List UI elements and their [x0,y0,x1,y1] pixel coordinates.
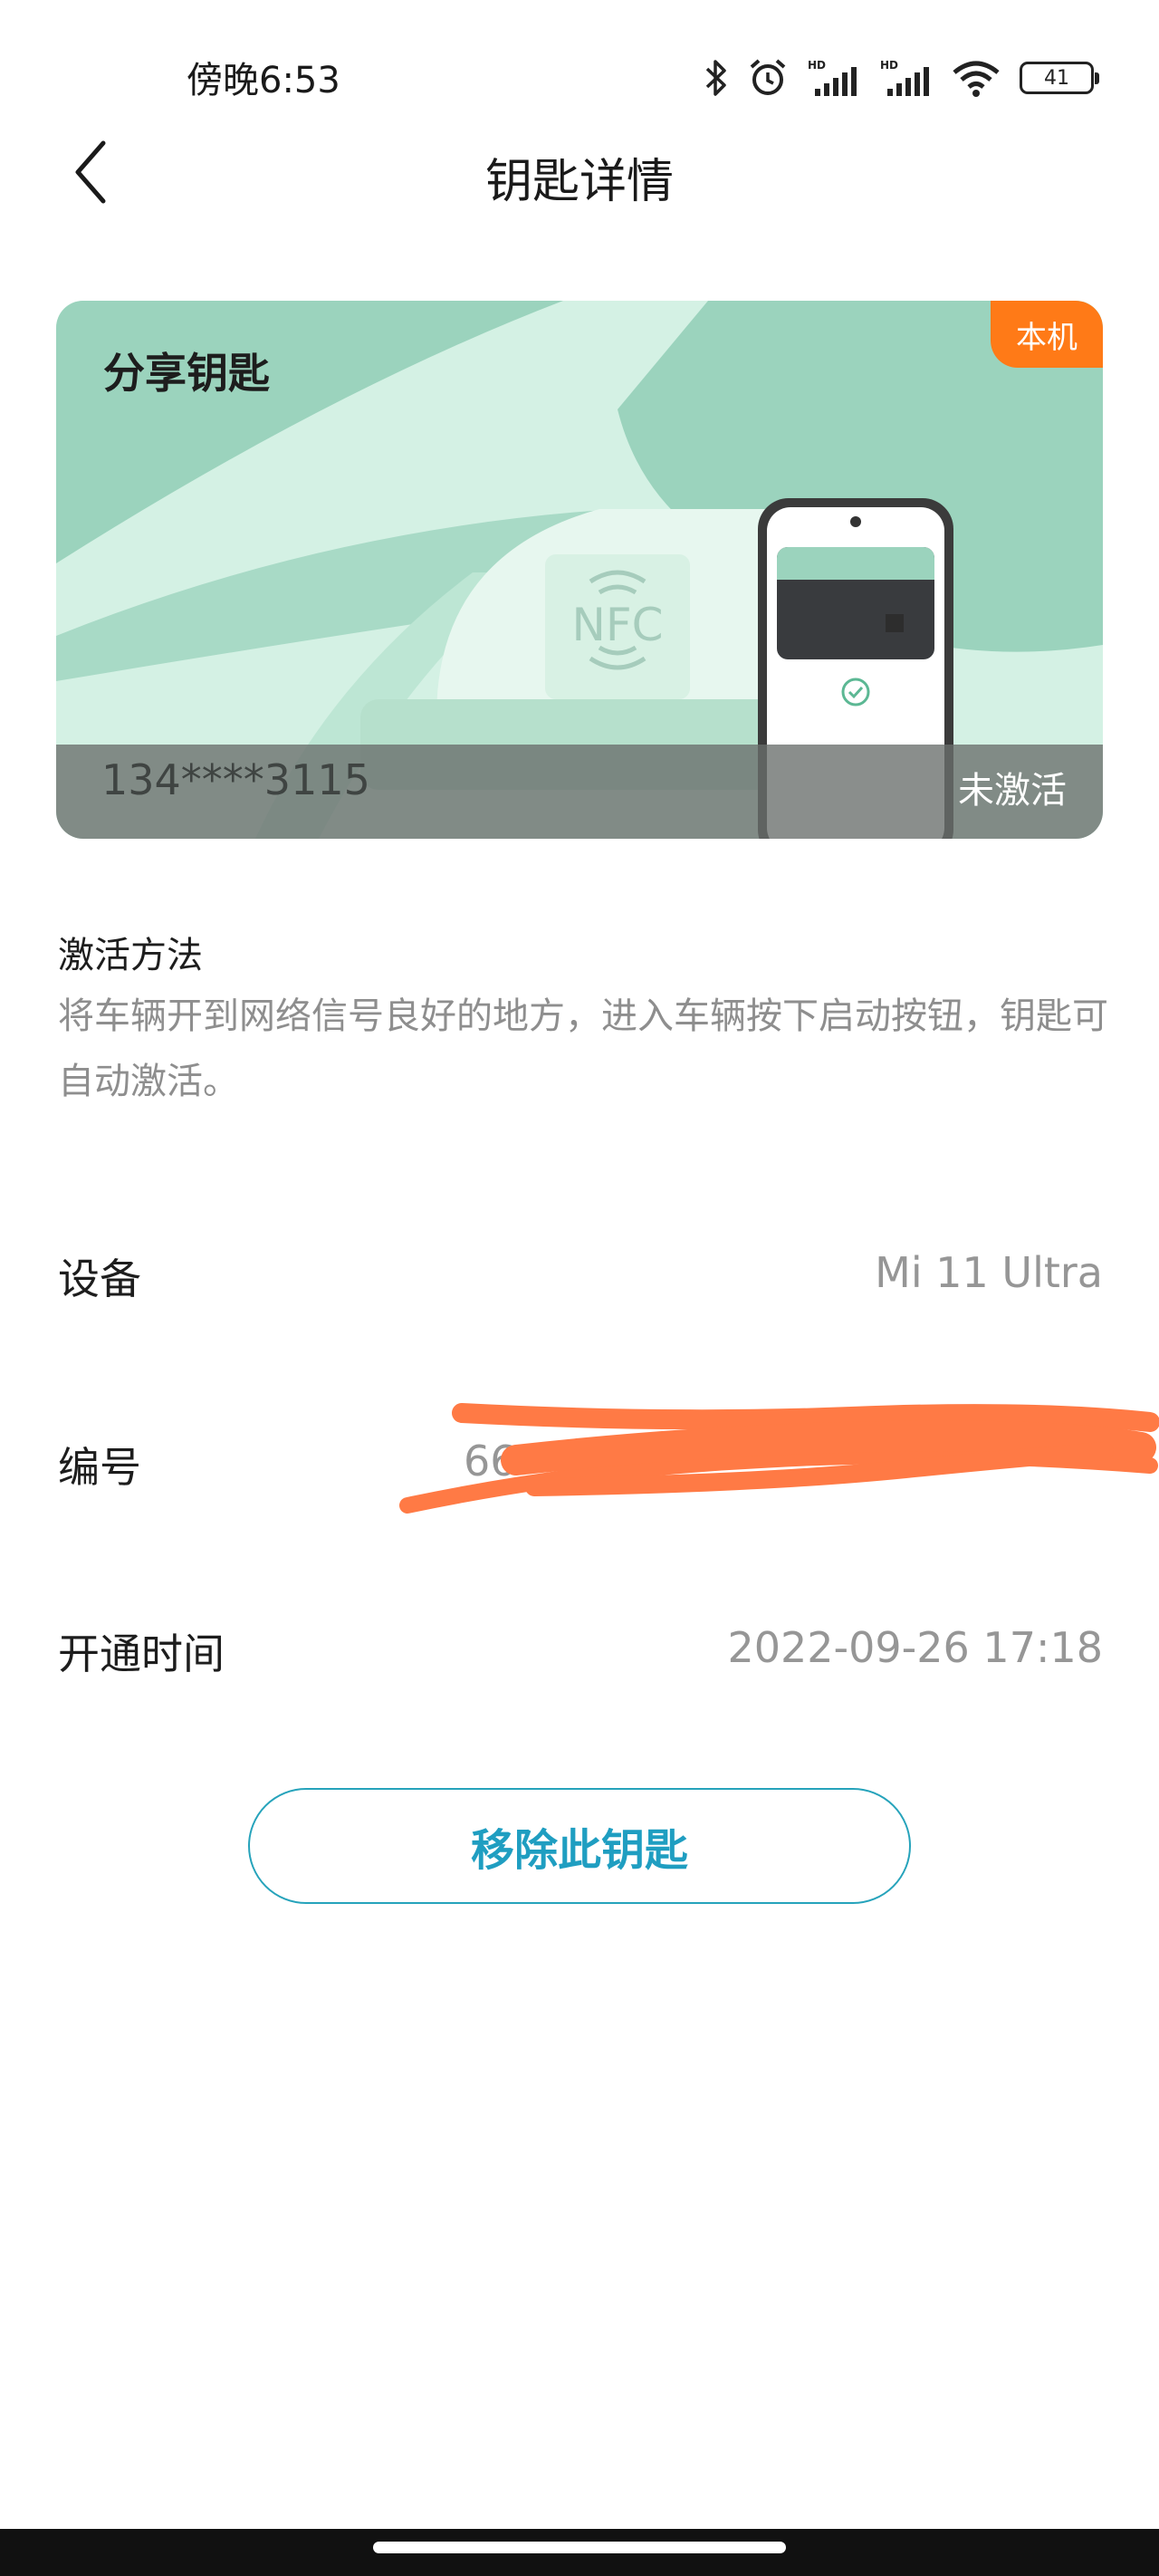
time-label: 开通时间 [58,1629,225,1678]
card-status: 未激活 [958,770,1067,812]
status-icons: HD HD 41 [704,53,1099,103]
page-title: 钥匙详情 [484,155,674,209]
svg-text:HD: HD [808,59,826,72]
redaction-scribble [399,1403,1159,1514]
device-value: Mi 11 Ultra [875,1248,1103,1297]
time-value: 2022-09-26 17:18 [727,1623,1103,1672]
card-title: 分享钥匙 [103,349,270,398]
bluetooth-icon [705,60,726,96]
wifi-icon [953,61,1000,97]
remove-key-label: 移除此钥匙 [470,1825,688,1876]
activation-title: 激活方法 [58,935,203,976]
home-gesture-handle[interactable] [373,2542,786,2553]
key-card: NFC 分享钥匙 本机 134****3115 未激活 [56,301,1103,839]
status-time: 傍晚6:53 [187,60,340,101]
device-label: 设备 [58,1254,141,1303]
serial-label: 编号 [58,1443,141,1492]
navigation-bar [0,2529,1159,2576]
alarm-icon [750,59,786,95]
device-row: 设备 Mi 11 Ultra [58,1235,1103,1308]
battery-icon: 41 [1020,62,1099,94]
battery-level: 41 [1044,66,1069,90]
activation-description: 将车辆开到网络信号良好的地方，进入车辆按下启动按钮，钥匙可自动激活。 [58,995,1108,1102]
remove-key-button[interactable]: 移除此钥匙 [248,1788,911,1904]
svg-text:HD: HD [880,59,898,72]
hd-signal-icon: HD [808,59,857,96]
hd-signal-icon: HD [880,59,929,96]
activation-time-row: 开通时间 2022-09-26 17:18 [58,1610,1103,1683]
header: 钥匙详情 [0,127,1159,217]
this-device-badge: 本机 [991,301,1103,368]
card-number: 134****3115 [101,755,370,804]
nfc-label: NFC [571,599,663,651]
